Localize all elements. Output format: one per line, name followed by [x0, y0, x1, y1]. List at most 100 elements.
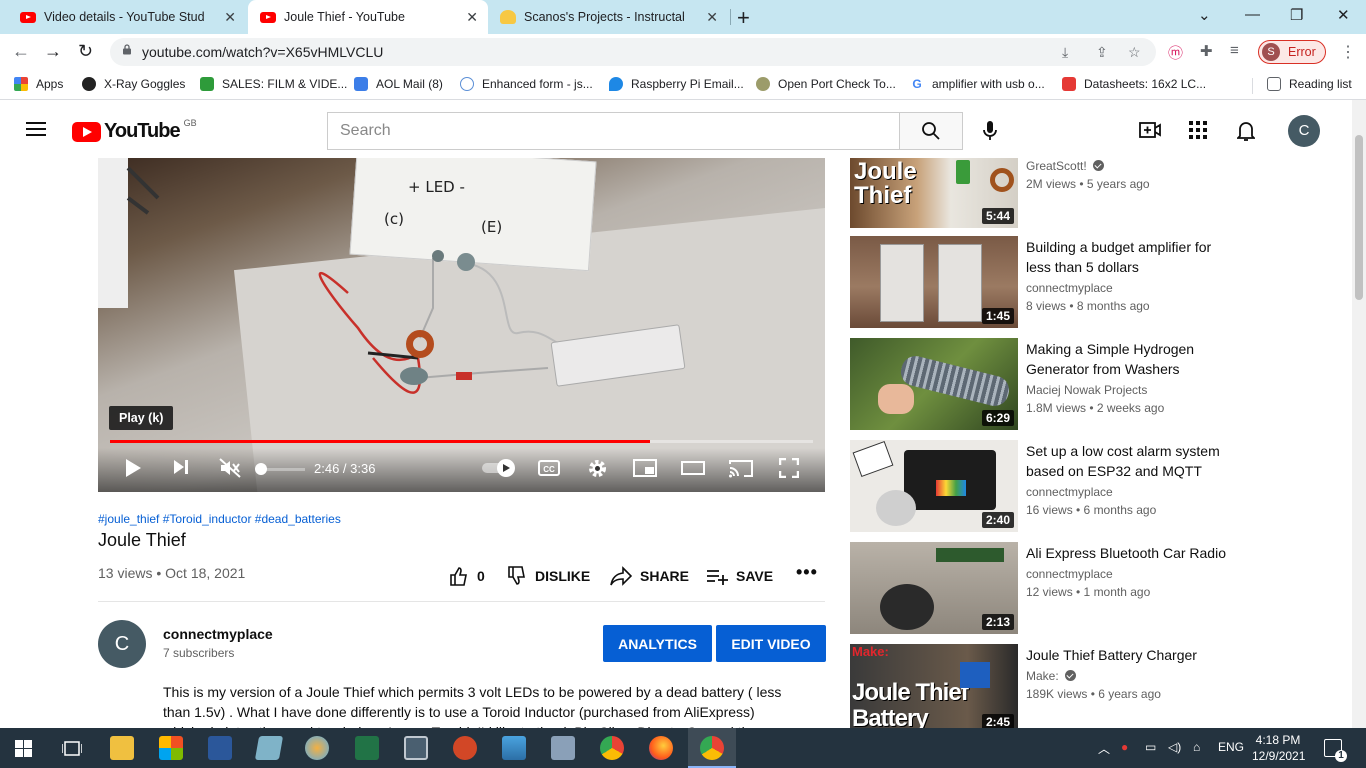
progress-bar[interactable]	[110, 440, 813, 443]
chrome-icon[interactable]	[600, 736, 624, 760]
minimize-icon[interactable]: —	[1245, 6, 1260, 23]
analytics-button[interactable]: ANALYTICS	[603, 625, 712, 662]
autoplay-toggle-icon[interactable]	[481, 458, 517, 478]
share-button[interactable]: SHARE	[610, 566, 689, 586]
more-actions-icon[interactable]: •••	[796, 562, 818, 583]
next-icon[interactable]	[172, 458, 190, 476]
install-app-icon[interactable]: ⤓	[1062, 44, 1068, 61]
play-icon[interactable]	[124, 458, 142, 478]
share-page-icon[interactable]: ⇪	[1096, 44, 1108, 61]
guide-menu-icon[interactable]	[26, 122, 46, 140]
video-thumbnail[interactable]: 1:45	[850, 236, 1018, 328]
language-indicator[interactable]: ENG	[1218, 740, 1244, 754]
notifications-bell-icon[interactable]	[1237, 120, 1255, 142]
channel-name[interactable]: connectmyplace	[163, 626, 273, 642]
recommendation-item[interactable]: 2:40 Set up a low cost alarm system base…	[850, 440, 1220, 532]
show-hidden-icons[interactable]: ︿	[1098, 740, 1110, 757]
recommendation-item[interactable]: 2:13 Ali Express Bluetooth Car Radio con…	[850, 542, 1226, 634]
bookmark-aol-mail[interactable]: AOL Mail (8)	[354, 77, 443, 91]
video-player[interactable]: + LED - (c) (E) Play (k) 2:46 / 3:36 CC	[98, 158, 825, 492]
youtube-logo[interactable]: YouTube GB	[72, 117, 197, 143]
mute-icon[interactable]	[219, 458, 241, 478]
notification-center-icon[interactable]: 1	[1324, 739, 1347, 762]
edit-video-button[interactable]: EDIT VIDEO	[716, 625, 826, 662]
network-app-icon[interactable]	[404, 736, 428, 760]
close-window-icon[interactable]: ✕	[1337, 6, 1350, 24]
notepad-icon[interactable]	[254, 736, 284, 760]
network-icon[interactable]: ⌂	[1193, 740, 1200, 754]
active-app-highlight[interactable]	[688, 728, 736, 768]
video-thumbnail[interactable]: 6:29	[850, 338, 1018, 430]
video-thumbnail[interactable]: Joule Thief 5:44	[850, 158, 1018, 228]
recommendation-item[interactable]: Make: Joule Thief Battery Charge 2:45 Jo…	[850, 644, 1220, 728]
photos-icon[interactable]	[502, 736, 526, 760]
recommendation-item[interactable]: 1:45 Building a budget amplifier for les…	[850, 236, 1220, 328]
extensions-puzzle-icon[interactable]: ✚	[1200, 42, 1213, 60]
close-tab-icon[interactable]: ✕	[224, 9, 236, 26]
save-button[interactable]: SAVE	[706, 566, 773, 586]
captions-icon[interactable]: CC	[538, 458, 560, 478]
reload-icon[interactable]: ↻	[78, 41, 93, 62]
hashtags[interactable]: #joule_thief #Toroid_inductor #dead_batt…	[98, 512, 341, 526]
reading-list-button[interactable]: Reading list	[1267, 77, 1352, 91]
file-explorer-icon[interactable]	[110, 736, 134, 760]
account-avatar[interactable]: C	[1288, 115, 1320, 147]
tab-search-icon[interactable]: ⌄	[1198, 6, 1211, 24]
bookmark-amplifier-usb[interactable]: G amplifier with usb o...	[910, 77, 1045, 91]
remote-desktop-icon[interactable]	[551, 736, 575, 760]
system-clock[interactable]: 4:18 PM 12/9/2021	[1252, 732, 1305, 764]
bookmark-raspberry-pi[interactable]: Raspberry Pi Email...	[609, 77, 744, 91]
settings-gear-icon[interactable]	[587, 458, 608, 479]
new-tab-button[interactable]: +	[737, 5, 750, 31]
bookmark-open-port-check[interactable]: Open Port Check To...	[756, 77, 896, 91]
microsoft-store-icon[interactable]	[159, 736, 183, 760]
video-thumbnail[interactable]: Make: Joule Thief Battery Charge 2:45	[850, 644, 1018, 728]
fullscreen-icon[interactable]	[779, 458, 799, 478]
theater-mode-icon[interactable]	[681, 458, 705, 478]
bookmark-enhanced-form[interactable]: Enhanced form - js...	[460, 77, 593, 91]
task-view-icon[interactable]	[62, 740, 82, 757]
reading-list-icon	[1267, 77, 1281, 91]
excel-icon[interactable]	[355, 736, 379, 760]
media-control-icon[interactable]: ≡	[1230, 42, 1239, 59]
search-input[interactable]: Search	[327, 112, 900, 150]
battery-icon[interactable]: ▭	[1145, 740, 1156, 754]
tab-instructables[interactable]: Scanos's Projects - Instructables ✕	[488, 0, 728, 34]
paint-icon[interactable]	[305, 736, 329, 760]
page-scrollbar[interactable]	[1352, 100, 1366, 728]
scrollbar-thumb[interactable]	[1355, 135, 1363, 300]
close-tab-icon[interactable]: ✕	[466, 9, 478, 26]
video-thumbnail[interactable]: 2:13	[850, 542, 1018, 634]
profile-error-chip[interactable]: S Error	[1258, 40, 1326, 64]
address-bar[interactable]: youtube.com/watch?v=X65vHMLVCLU ⤓ ⇪ ☆	[110, 38, 1156, 66]
video-thumbnail[interactable]: 2:40	[850, 440, 1018, 532]
volume-knob[interactable]	[255, 463, 267, 475]
channel-avatar[interactable]: C	[98, 620, 146, 668]
antivirus-alert-icon[interactable]: ●	[1121, 740, 1128, 754]
forward-icon[interactable]: →	[44, 41, 62, 62]
chrome-menu-icon[interactable]: ⋮	[1340, 42, 1356, 62]
like-button[interactable]: 0	[449, 566, 485, 586]
restore-icon[interactable]: ❐	[1290, 6, 1303, 24]
bookmark-xray-goggles[interactable]: X-Ray Goggles	[82, 77, 185, 91]
tab-joule-thief[interactable]: Joule Thief - YouTube ✕	[248, 0, 488, 34]
close-tab-icon[interactable]: ✕	[706, 9, 718, 26]
powerpoint-icon[interactable]	[453, 736, 477, 760]
dislike-button[interactable]: DISLIKE	[507, 566, 590, 586]
volume-icon[interactable]: ◁)	[1168, 740, 1181, 754]
bookmark-datasheets[interactable]: Datasheets: 16x2 LC...	[1062, 77, 1206, 91]
bookmark-apps[interactable]: Apps	[14, 77, 63, 91]
recommendation-item[interactable]: 6:29 Making a Simple Hydrogen Generator …	[850, 338, 1220, 430]
bookmark-star-icon[interactable]: ☆	[1128, 44, 1141, 61]
extension-m-icon[interactable]: ⓜ	[1168, 42, 1183, 63]
cast-icon[interactable]	[729, 458, 753, 478]
bookmark-sales-film[interactable]: SALES: FILM & VIDE...	[200, 77, 347, 91]
windows-start-icon[interactable]	[15, 740, 32, 757]
back-icon[interactable]: ←	[12, 41, 30, 62]
firefox-icon[interactable]	[649, 736, 673, 760]
country-code: GB	[183, 117, 197, 128]
word-icon[interactable]	[208, 736, 232, 760]
tab-youtube-studio[interactable]: Video details - YouTube Studio ✕	[8, 0, 246, 34]
recommendation-item[interactable]: Joule Thief 5:44 GreatScott! 2M views • …	[850, 136, 1220, 228]
miniplayer-icon[interactable]	[633, 458, 657, 478]
